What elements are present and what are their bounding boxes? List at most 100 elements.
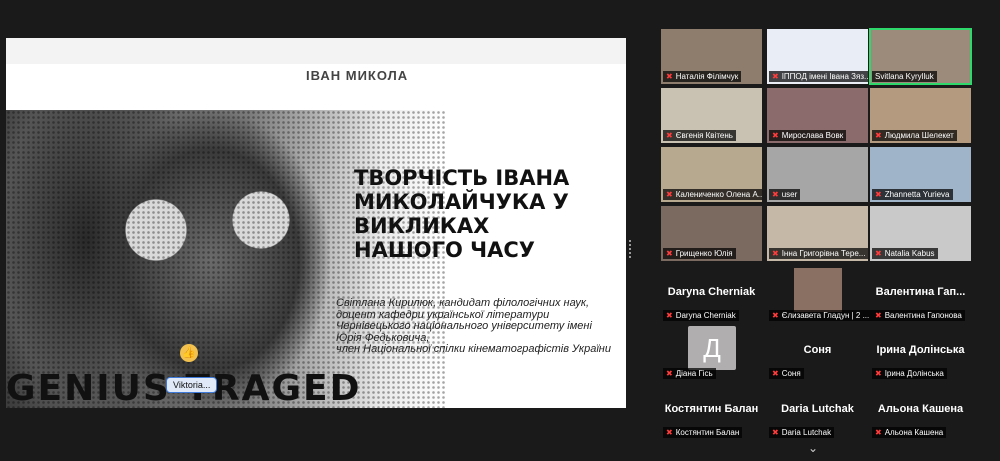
mic-muted-icon: ✖ bbox=[875, 131, 882, 140]
chevron-down-icon[interactable]: ⌄ bbox=[808, 441, 818, 455]
thumbs-up-icon: 👍 bbox=[180, 344, 198, 362]
slide-author: Світлана Кирилюк, кандидат філологічних … bbox=[336, 297, 592, 344]
mic-muted-icon: ✖ bbox=[772, 369, 779, 378]
panel-splitter[interactable] bbox=[629, 240, 631, 260]
participant-avatar-tile[interactable]: Daryna Cherniak ✖ Daryna Cherniak bbox=[661, 268, 762, 323]
participant-video-tile[interactable]: ✖ Zhannetta Yurieva bbox=[870, 147, 971, 202]
participant-name: Костянтин Балан bbox=[675, 428, 740, 437]
participant-name: Інна Григорівна Тере... bbox=[781, 249, 866, 258]
participant-avatar-tile[interactable]: Ірина Долінська ✖ Ірина Долінська bbox=[870, 326, 971, 381]
participant-name: Svitlana Kyrylluk bbox=[875, 72, 934, 81]
participant-name: Єлизавета Гладун | 2 ... bbox=[781, 311, 870, 320]
avatar: Д bbox=[688, 326, 736, 370]
participant-avatar-tile[interactable]: Валентина Гап... ✖ Валентина Гапонова bbox=[870, 268, 971, 323]
participant-name: Людмила Шелекет bbox=[884, 131, 954, 140]
participant-name: Соня bbox=[781, 369, 801, 378]
participant-name: Daria Lutchak bbox=[781, 428, 832, 437]
mic-muted-icon: ✖ bbox=[772, 190, 779, 199]
participant-name-bar: ✖ Єлизавета Гладун | 2 ... bbox=[769, 310, 872, 321]
participant-name-bar: ✖ Наталія Філімчук bbox=[663, 71, 742, 82]
mic-muted-icon: ✖ bbox=[875, 190, 882, 199]
participant-name: Natalia Kabus bbox=[884, 249, 935, 258]
participant-video-tile[interactable]: ✖ user bbox=[767, 147, 868, 202]
participant-name-bar: ✖ Калениченко Олена А... bbox=[663, 189, 762, 200]
mic-muted-icon: ✖ bbox=[875, 369, 882, 378]
participant-name-bar: ✖ user bbox=[769, 189, 801, 200]
participant-video-tile[interactable]: ✖ ІППОД імені Івана Зяз... bbox=[767, 29, 868, 84]
participant-name: Альона Кашена bbox=[884, 428, 944, 437]
mic-muted-icon: ✖ bbox=[666, 249, 673, 258]
participant-name: Валентина Гапонова bbox=[884, 311, 962, 320]
participant-name-bar: ✖ Daryna Cherniak bbox=[663, 310, 739, 321]
mic-muted-icon: ✖ bbox=[666, 369, 673, 378]
participant-name-bar: ✖ Daria Lutchak bbox=[769, 427, 835, 438]
slide-title: ТВОРЧІСТЬ ІВАНА МИКОЛАЙЧУКА У ВИКЛИКАХ Н… bbox=[354, 166, 570, 262]
participant-avatar-tile[interactable]: Костянтин Балан ✖ Костянтин Балан bbox=[661, 385, 762, 440]
participant-name-bar: ✖ Соня bbox=[769, 368, 804, 379]
participant-name-bar: ✖ Мирослава Вовк bbox=[769, 130, 847, 141]
slide-top-band bbox=[6, 38, 626, 64]
participant-video-tile[interactable]: ✖ Natalia Kabus bbox=[870, 206, 971, 261]
participant-name-bar: ✖ ІППОД імені Івана Зяз... bbox=[769, 71, 868, 82]
mic-muted-icon: ✖ bbox=[666, 428, 673, 437]
participant-display-name: Валентина Гап... bbox=[875, 286, 966, 298]
participant-video-tile[interactable]: ✖ Грищенко Юлія bbox=[661, 206, 762, 261]
mic-muted-icon: ✖ bbox=[772, 311, 779, 320]
participant-name-bar: ✖ Грищенко Юлія bbox=[663, 248, 736, 259]
participant-name-bar: ✖ Natalia Kabus bbox=[872, 248, 938, 259]
participant-video-tile[interactable]: Svitlana Kyrylluk bbox=[869, 28, 972, 85]
participant-display-name: Ірина Долінська bbox=[876, 344, 965, 356]
participant-name: ІППОД імені Івана Зяз... bbox=[781, 72, 868, 81]
participant-name-bar: Svitlana Kyrylluk bbox=[872, 71, 937, 82]
slide-member: член Національної спілки кінематографіст… bbox=[336, 343, 611, 355]
participant-video-tile[interactable]: ✖ Євгенія Квітень bbox=[661, 88, 762, 143]
participant-video-tile[interactable]: ✖ Наталія Філімчук bbox=[661, 29, 762, 84]
mic-muted-icon: ✖ bbox=[666, 72, 673, 81]
mic-muted-icon: ✖ bbox=[772, 249, 779, 258]
participant-display-name: Альона Кашена bbox=[877, 403, 964, 415]
participant-name-bar: ✖ Людмила Шелекет bbox=[872, 130, 957, 141]
participant-display-name: Костянтин Балан bbox=[664, 403, 759, 415]
participant-name-bar: ✖ Ірина Долінська bbox=[872, 368, 947, 379]
participant-name-bar: ✖ Валентина Гапонова bbox=[872, 310, 965, 321]
participant-video-tile[interactable]: ✖ Калениченко Олена А... bbox=[661, 147, 762, 202]
participant-name: Мирослава Вовк bbox=[781, 131, 844, 140]
mic-muted-icon: ✖ bbox=[875, 428, 882, 437]
participant-name-bar: ✖ Інна Григорівна Тере... bbox=[769, 248, 868, 259]
mic-muted-icon: ✖ bbox=[875, 311, 882, 320]
participant-display-name: Соня bbox=[803, 344, 832, 356]
participant-avatar-tile[interactable]: Альона Кашена ✖ Альона Кашена bbox=[870, 385, 971, 440]
participant-name: Грищенко Юлія bbox=[675, 249, 733, 258]
participant-name-bar: ✖ Діана Гісь bbox=[663, 368, 716, 379]
mic-muted-icon: ✖ bbox=[666, 311, 673, 320]
participant-name-bar: ✖ Zhannetta Yurieva bbox=[872, 189, 953, 200]
mic-muted-icon: ✖ bbox=[666, 131, 673, 140]
participant-name-bar: ✖ Євгенія Квітень bbox=[663, 130, 736, 141]
participant-name: Діана Гісь bbox=[675, 369, 713, 378]
participant-name: Калениченко Олена А... bbox=[675, 190, 762, 199]
participant-name: Євгенія Квітень bbox=[675, 131, 733, 140]
participant-avatar-tile[interactable]: ✖ Єлизавета Гладун | 2 ... bbox=[767, 268, 872, 323]
participant-avatar-tile[interactable]: Д ✖ Діана Гісь bbox=[661, 326, 762, 381]
participant-video-tile[interactable]: ✖ Мирослава Вовк bbox=[767, 88, 868, 143]
annotator-label: Viktoria... bbox=[166, 377, 218, 393]
shared-screen: ІВАН МИКОЛА ТВОРЧІСТЬ ІВАНА МИКОЛАЙЧУКА … bbox=[6, 38, 626, 408]
participant-name-bar: ✖ Альона Кашена bbox=[872, 427, 947, 438]
participant-video-tile[interactable]: ✖ Інна Григорівна Тере... bbox=[767, 206, 868, 261]
mic-muted-icon: ✖ bbox=[772, 72, 779, 81]
mic-muted-icon: ✖ bbox=[772, 428, 779, 437]
participant-display-name: Daria Lutchak bbox=[781, 403, 854, 415]
participant-avatar-tile[interactable]: Соня ✖ Соня bbox=[767, 326, 868, 381]
participant-avatar-tile[interactable]: Daria Lutchak ✖ Daria Lutchak bbox=[767, 385, 868, 440]
participant-name: user bbox=[781, 190, 798, 199]
participant-name-bar: ✖ Костянтин Балан bbox=[663, 427, 743, 438]
participant-video-tile[interactable]: ✖ Людмила Шелекет bbox=[870, 88, 971, 143]
mic-muted-icon: ✖ bbox=[875, 249, 882, 258]
participant-name: Zhannetta Yurieva bbox=[884, 190, 950, 199]
mic-muted-icon: ✖ bbox=[772, 131, 779, 140]
participant-video-thumb bbox=[794, 268, 842, 312]
participant-display-name: Daryna Cherniak bbox=[667, 286, 756, 298]
mic-muted-icon: ✖ bbox=[666, 190, 673, 199]
slide-top-fragment: ІВАН МИКОЛА bbox=[306, 68, 409, 83]
participant-name: Наталія Філімчук bbox=[675, 72, 739, 81]
